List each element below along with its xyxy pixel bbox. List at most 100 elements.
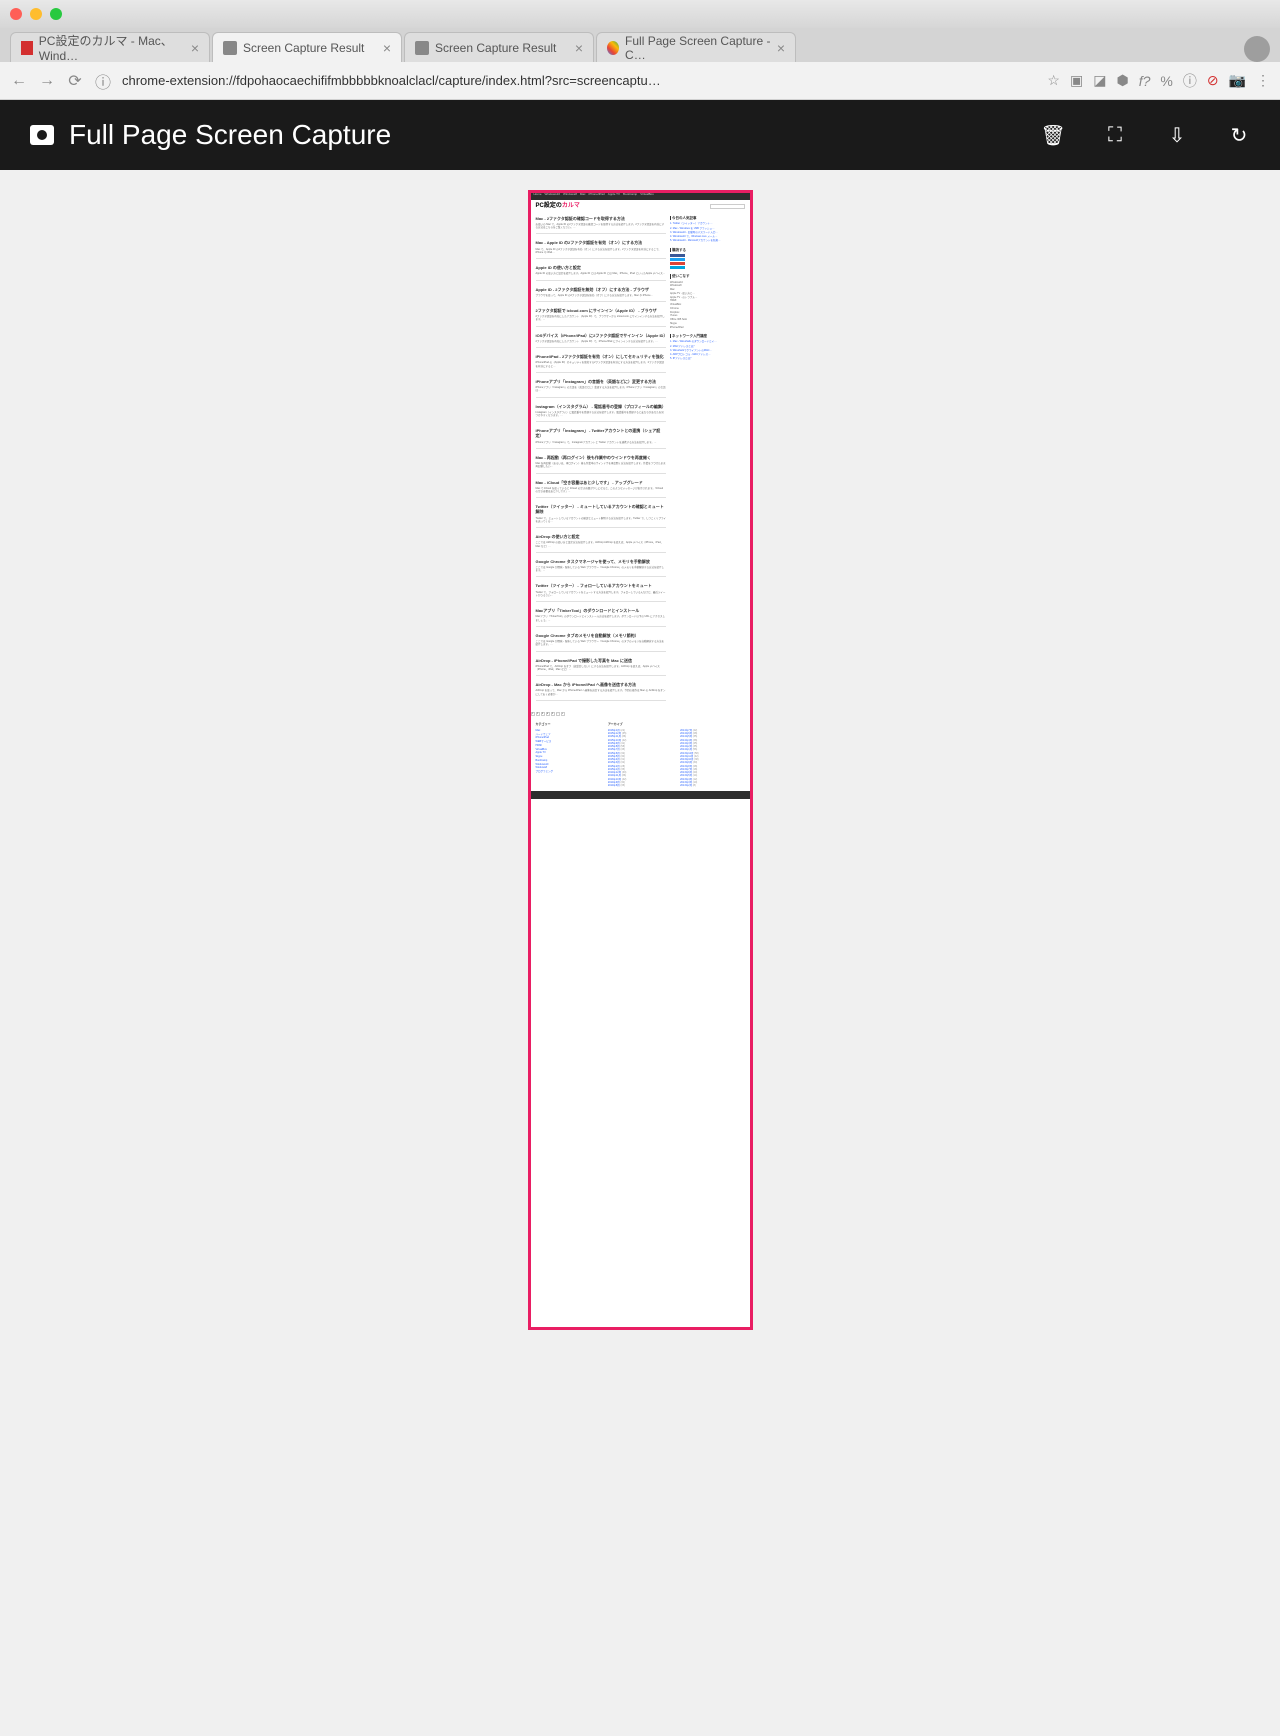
- sidebar-category-item: Windows10: [670, 281, 745, 284]
- mini-logo: PC設定のカルマ: [536, 203, 580, 211]
- browser-tab-active[interactable]: Screen Capture Result ×: [212, 32, 402, 62]
- extension-icon[interactable]: ◪: [1093, 72, 1106, 89]
- tab-title: PC設定のカルマ - Mac、Wind…: [39, 32, 185, 63]
- mini-article-title: 2ファクタ認証で icloud.com にサインイン（Apple ID） - ブ…: [536, 308, 666, 313]
- mini-nav-item: VirtualBox: [640, 193, 654, 200]
- mini-article-body: お使いの Mac で、Apple ID の2ファクタ認証の確認コードを取得する方…: [536, 223, 666, 230]
- extension-header: Full Page Screen Capture 🗑 ⛶ ⇩ ↻: [0, 100, 1280, 170]
- mini-article: AirDrop - Mac から iPhone/iPad へ画像を送信する方法A…: [536, 682, 666, 701]
- info2-icon[interactable]: ⓘ: [1183, 71, 1197, 91]
- back-button[interactable]: ←: [10, 72, 28, 90]
- link-icon[interactable]: %: [1160, 73, 1172, 89]
- expand-button[interactable]: ⛶: [1104, 124, 1126, 146]
- favicon-icon: [415, 41, 429, 55]
- pocket-icon[interactable]: ⬢: [1116, 72, 1128, 89]
- footer-cat-link: VirtualBox: [536, 748, 600, 751]
- camera-icon[interactable]: 📷: [1229, 72, 1246, 89]
- block-icon[interactable]: ⊘: [1207, 72, 1219, 89]
- mini-article-title: Apple ID の使い方と設定: [536, 265, 666, 270]
- window-minimize-button[interactable]: [30, 8, 42, 20]
- mini-article: Mac - 2ファクタ認証の確認コードを取得する方法お使いの Mac で、App…: [536, 216, 666, 235]
- camera-logo-icon: [30, 125, 54, 145]
- cast-icon[interactable]: ▣: [1070, 72, 1083, 89]
- sidebar-net-link: 3. WiresharkでクライアントのMAC…: [670, 349, 745, 352]
- reload-button[interactable]: ⟳: [66, 72, 84, 90]
- user-avatar-icon[interactable]: [1244, 36, 1270, 62]
- sidebar-cat-title: 使いこなす: [670, 274, 745, 279]
- sidebar-recent-link: 4. Windows10 で、Windows Live メール…: [670, 235, 745, 238]
- mini-nav-item: iPhone/iPad: [589, 193, 605, 200]
- tab-close-icon[interactable]: ×: [575, 40, 583, 56]
- history-button[interactable]: ↻: [1228, 124, 1250, 146]
- sidebar-net-link: 4. ARPプロトコル - MACアドレス…: [670, 353, 745, 356]
- mini-article-body: ここでは Google が開発・配布している Web ブラウザー「Google …: [536, 640, 666, 647]
- mini-article-title: AirDrop - iPhone/iPad で撮影した写真を Mac に送信: [536, 658, 666, 663]
- mini-article-body: iPhone/iPad の（Apple ID）セキュリティを強化する2ファクタ認…: [536, 361, 666, 368]
- sidebar-net-title: ネットワーク入門講座: [670, 334, 745, 339]
- tab-close-icon[interactable]: ×: [191, 40, 199, 56]
- footer-cat-link: HDMI: [536, 744, 600, 747]
- window-titlebar: [0, 0, 1280, 28]
- sidebar-category-item: HDMI: [670, 299, 745, 302]
- mini-article-title: Mac - iCloud「空き容量はあと少しです」 - アップグレード: [536, 480, 666, 485]
- footer-cat-link: Windows10: [536, 763, 600, 766]
- mini-article-body: Mac を再起動（あるいは、再ログイン）後も作業中のウインドウを再度開く方法を紹…: [536, 462, 666, 469]
- font-icon[interactable]: f?: [1139, 73, 1151, 89]
- tab-close-icon[interactable]: ×: [383, 40, 391, 56]
- mini-article-title: iPhoneアプリ「Instagram」 - Twitterアカウントとの連携（…: [536, 428, 666, 438]
- delete-button[interactable]: 🗑: [1042, 124, 1064, 146]
- mini-article-body: Twitter で、フォローしているアカウントをミュートする方法を紹介します。フ…: [536, 591, 666, 598]
- star-icon[interactable]: ☆: [1047, 72, 1060, 89]
- mini-article-body: Twitter で、ミュートしているアカウントの確認とミュート解除する方法を紹介…: [536, 517, 666, 524]
- mini-article: Mac - Apple ID の2ファクタ認証を有効（オン）にする方法 Mac で…: [536, 240, 666, 259]
- sidebar-net-link: 1. Mac - Wireshark のダウンロードとイ…: [670, 340, 745, 343]
- mini-article: Google Chrome タブのメモリを自動解放（メモリ節約） ここでは Goo…: [536, 633, 666, 652]
- mini-article: Twitter（ツイッター） - ミュートしているアカウントの確認とミュート解除…: [536, 504, 666, 528]
- mini-article-title: Mac - 2ファクタ認証の確認コードを取得する方法: [536, 216, 666, 221]
- mini-article-title: iPhoneアプリ「Instagram」の言語を（英語などに）変更する方法: [536, 379, 666, 384]
- mini-article-body: ここでは Google が開発・配布している Web ブラウザー「Google …: [536, 566, 666, 573]
- mini-article-body: Mac で、Apple ID の2ファクタ認証を有効（オン）にする方法を紹介しま…: [536, 248, 666, 255]
- forward-button[interactable]: →: [38, 72, 56, 90]
- browser-tab[interactable]: PC設定のカルマ - Mac、Wind… ×: [10, 32, 210, 62]
- mini-article-body: Apple ID の使い方と設定を紹介します。Apple ID とは Apple…: [536, 272, 666, 275]
- mini-article-title: Mac - Apple ID の2ファクタ認証を有効（オン）にする方法: [536, 240, 666, 245]
- mini-article: AirDrop - iPhone/iPad で撮影した写真を Mac に送信 iP…: [536, 658, 666, 677]
- mini-article: AirDrop の使い方と設定ここでは AirDrop の使い方と設定方法を紹介…: [536, 534, 666, 553]
- mini-article: Mac - iCloud「空き容量はあと少しです」 - アップグレード Mac で…: [536, 480, 666, 499]
- footer-cat-link: Apple TV: [536, 751, 600, 754]
- window-zoom-button[interactable]: [50, 8, 62, 20]
- footer-cat-title: カテゴリー: [536, 723, 600, 727]
- sidebar-category-item: Skype: [670, 322, 745, 325]
- download-button[interactable]: ⇩: [1166, 124, 1188, 146]
- window-close-button[interactable]: [10, 8, 22, 20]
- sidebar-recent-link: 5. Windows10 - Microsoftアカウントを新規…: [670, 239, 745, 242]
- browser-tab[interactable]: Screen Capture Result ×: [404, 32, 594, 62]
- mini-article-title: Google Chrome タスクマネージャを使って、メモリを手動解放: [536, 559, 666, 564]
- mini-article: Macアプリ「TinkerTool」のダウンロードとインストールMacアプリ「T…: [536, 608, 666, 627]
- sidebar-category-item: Apple TV - のトラブル…: [670, 296, 745, 299]
- captured-screenshot[interactable]: HomeWindows10Windows8MaciPhone/iPadApple…: [528, 190, 753, 1330]
- mini-article-title: Google Chrome タブのメモリを自動解放（メモリ節約）: [536, 633, 666, 638]
- footer-cat-link: プログラミング: [536, 770, 600, 773]
- browser-tab[interactable]: Full Page Screen Capture - C… ×: [596, 32, 796, 62]
- tab-close-icon[interactable]: ×: [777, 40, 785, 56]
- mini-article-body: Instagram（インスタグラム）に電話番号を登録する方法を紹介します。電話番…: [536, 411, 666, 418]
- mini-article-body: Mac で iCloud を使っていると iCloud の空き容量が少しになると…: [536, 487, 666, 494]
- mini-article: Google Chrome タスクマネージャを使って、メモリを手動解放ここでは …: [536, 559, 666, 578]
- mini-article-title: Twitter（ツイッター） - ミュートしているアカウントの確認とミュート解除: [536, 504, 666, 514]
- extension-title: Full Page Screen Capture: [69, 119, 391, 151]
- mini-article-title: iOSデバイス（iPhone/iPad）に2ファクタ認証でサインイン（Apple…: [536, 333, 666, 338]
- mini-article-title: AirDrop - Mac から iPhone/iPad へ画像を送信する方法: [536, 682, 666, 687]
- mini-article-body: ブラウザを使って、Apple ID の2ファクタ認証を無効（オフ）にする方法を紹…: [536, 294, 666, 297]
- mini-article-body: iPhone/iPad で、AirDrop をオフ（送受信しない）にする方法を紹…: [536, 665, 666, 672]
- mini-article: iOSデバイス（iPhone/iPad）に2ファクタ認証でサインイン（Apple…: [536, 333, 666, 348]
- info-icon[interactable]: ⓘ: [94, 72, 112, 90]
- sidebar-recent-link: 2. Mac - Windows を USB フラッシュ…: [670, 227, 745, 230]
- url-field[interactable]: chrome-extension://fdpohaocaechififmbbbb…: [122, 73, 1037, 88]
- mini-article: Twitter（ツイッター） - フォローしているアカウントをミュートTwitt…: [536, 583, 666, 602]
- sidebar-net-link: 5. IPアドレスとは？: [670, 357, 745, 360]
- mini-nav-item: Home: [534, 193, 542, 200]
- menu-icon[interactable]: ⋮: [1256, 72, 1270, 89]
- tab-strip: PC設定のカルマ - Mac、Wind… × Screen Capture Re…: [0, 28, 1280, 62]
